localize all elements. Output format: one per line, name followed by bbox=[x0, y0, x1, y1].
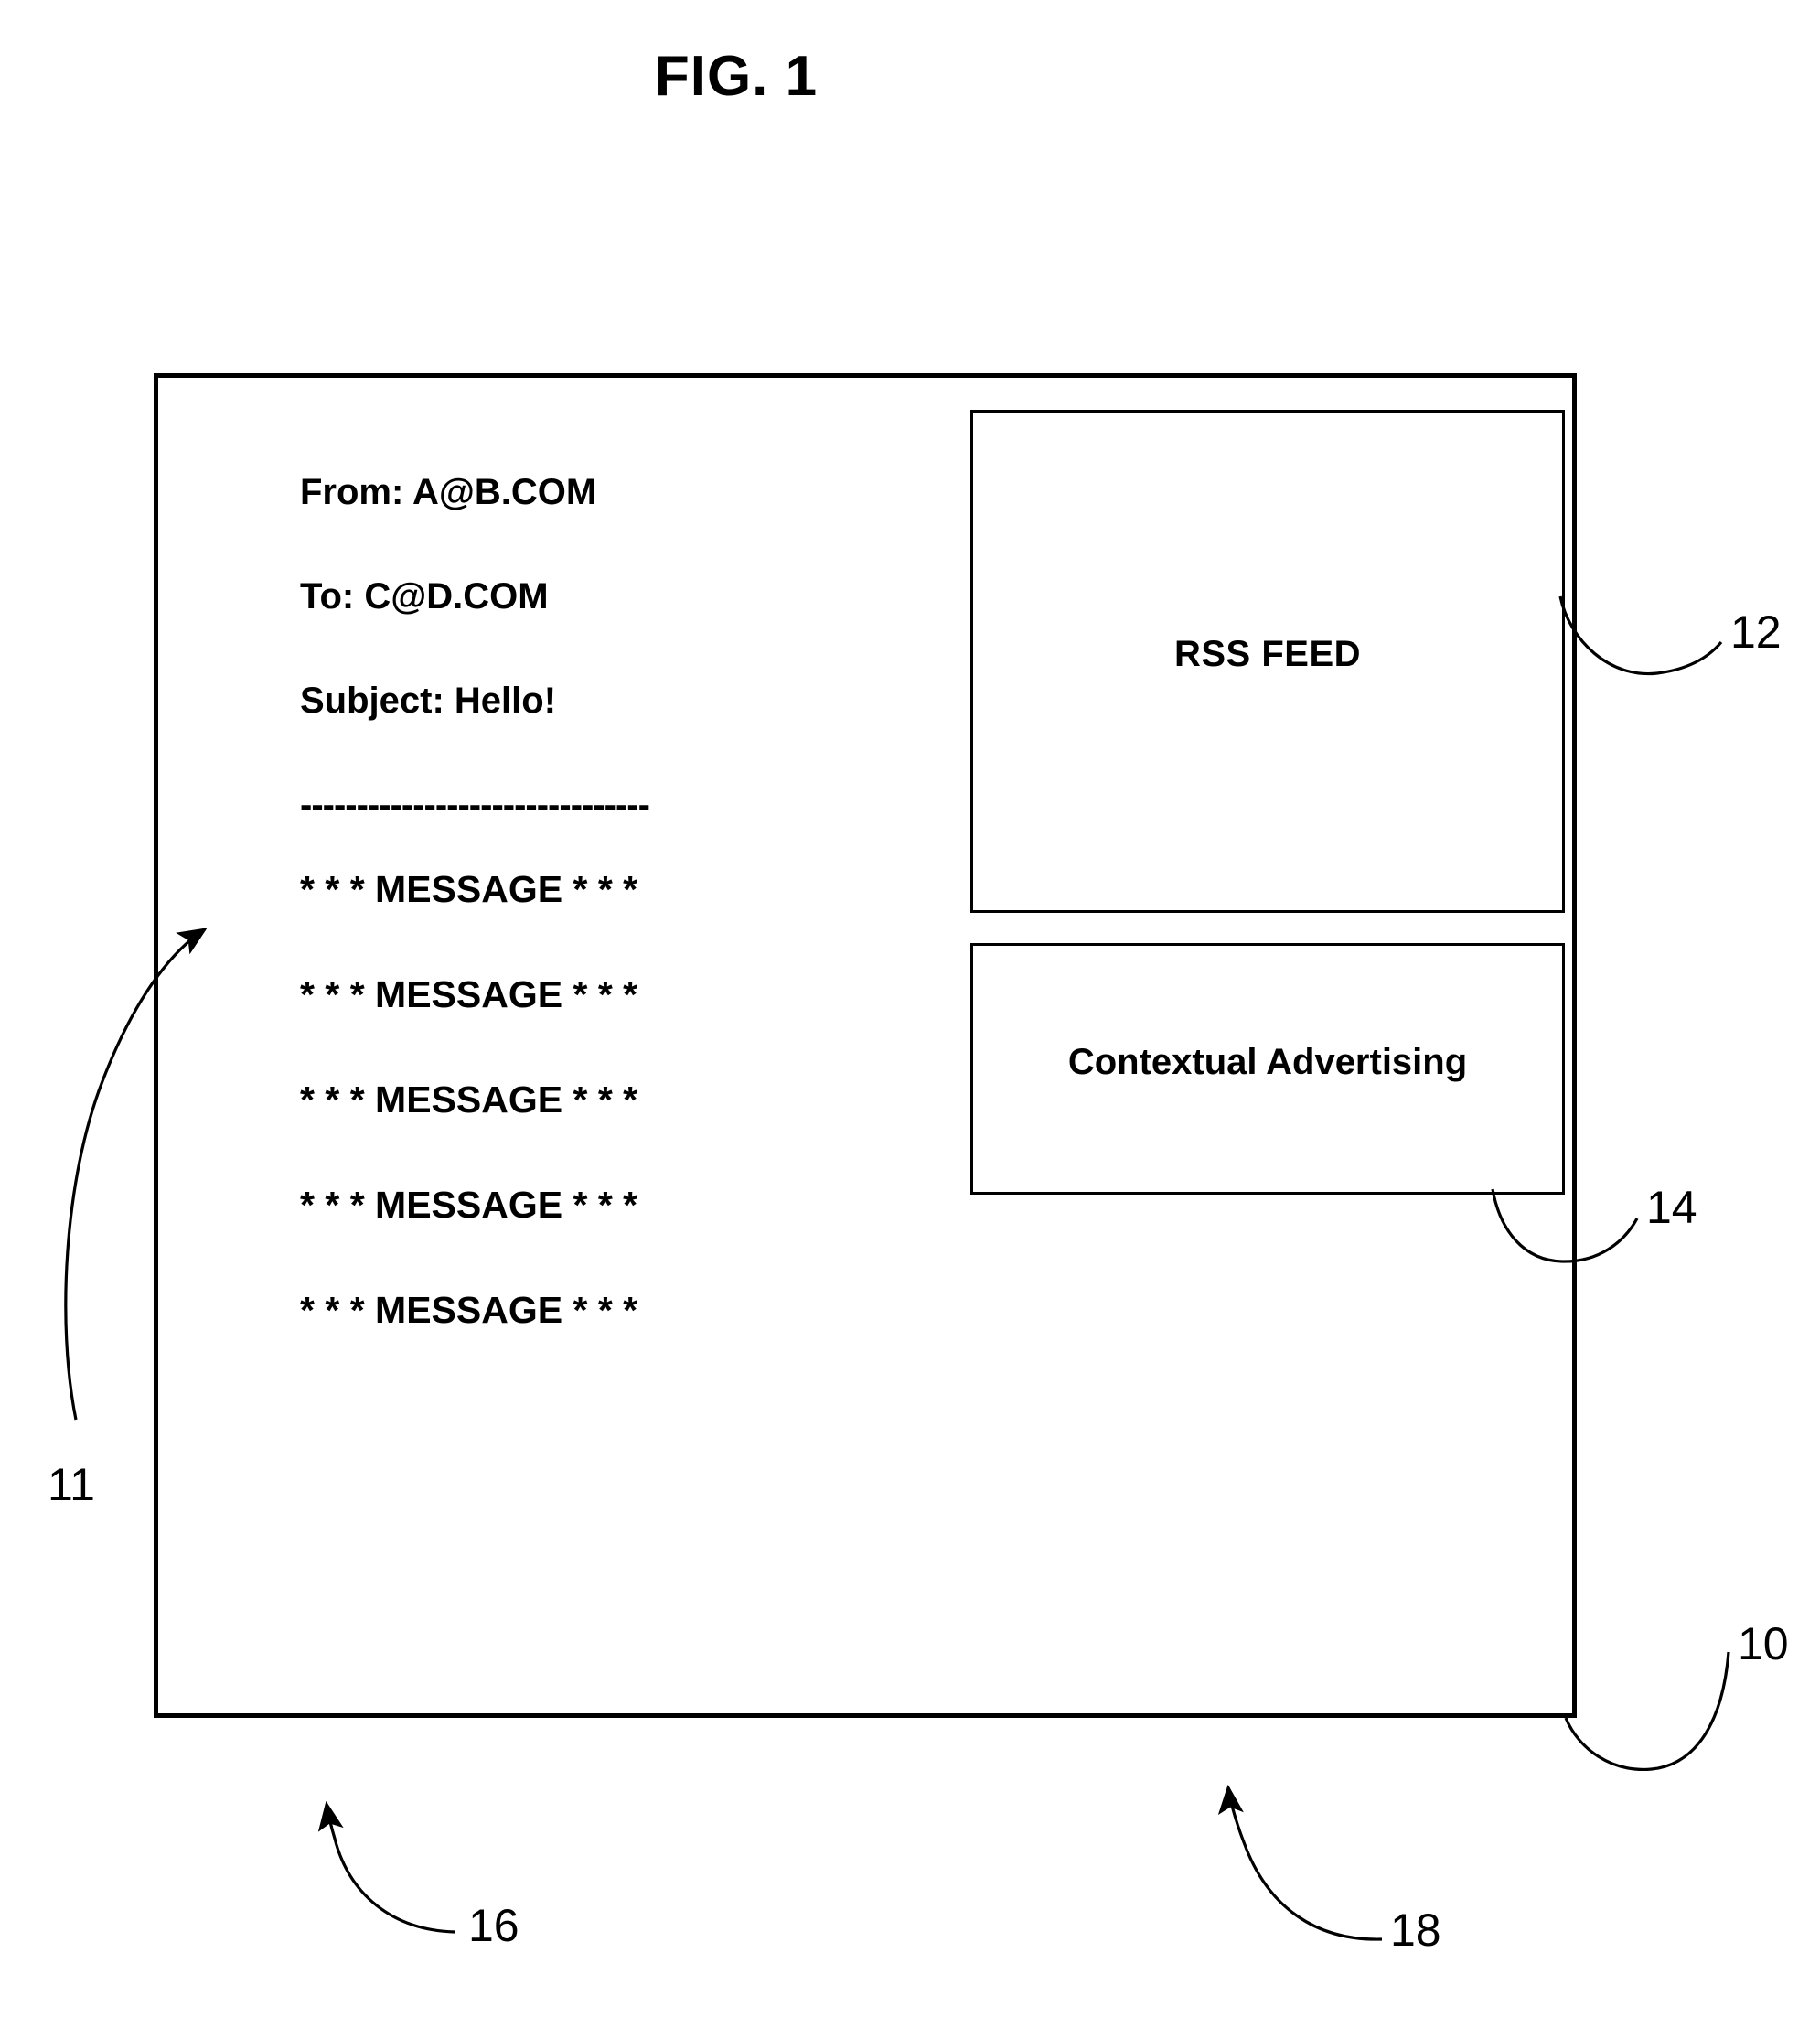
reference-numeral-18: 18 bbox=[1390, 1904, 1441, 1956]
reference-numeral-12: 12 bbox=[1730, 606, 1782, 658]
patent-figure-page: FIG. 1 From: A@B.COM To: C@D.COM Subject… bbox=[0, 0, 1820, 2017]
leader-arrow-18 bbox=[1217, 1784, 1383, 1941]
leader-line-10 bbox=[1564, 1651, 1730, 1771]
rss-feed-panel[interactable]: RSS FEED bbox=[970, 410, 1565, 913]
reference-numeral-10: 10 bbox=[1738, 1618, 1789, 1669]
email-body-line: * * * MESSAGE * * * bbox=[300, 1184, 638, 1226]
email-message-pane: From: A@B.COM To: C@D.COM Subject: Hello… bbox=[300, 474, 940, 1397]
contextual-advertising-label: Contextual Advertising bbox=[1067, 1042, 1468, 1082]
email-header-subject: Subject: Hello! bbox=[300, 681, 557, 721]
email-client-window: From: A@B.COM To: C@D.COM Subject: Hello… bbox=[154, 373, 1577, 1718]
reference-numeral-14: 14 bbox=[1646, 1182, 1697, 1233]
email-header-separator: ---------------------------------------- bbox=[300, 787, 649, 823]
email-header-from: From: A@B.COM bbox=[300, 472, 597, 512]
email-body-line: * * * MESSAGE * * * bbox=[300, 868, 638, 910]
leader-line-12 bbox=[1558, 595, 1723, 676]
email-header-to: To: C@D.COM bbox=[300, 576, 549, 617]
contextual-advertising-panel[interactable]: Contextual Advertising bbox=[970, 943, 1565, 1195]
figure-title-text: FIG. 1 bbox=[654, 45, 819, 108]
leader-arrow-16 bbox=[317, 1800, 455, 1934]
email-body-line: * * * MESSAGE * * * bbox=[300, 973, 638, 1015]
email-body-line: * * * MESSAGE * * * bbox=[300, 1078, 638, 1121]
reference-numeral-11: 11 bbox=[48, 1459, 95, 1510]
email-body-line: * * * MESSAGE * * * bbox=[300, 1289, 638, 1331]
rss-feed-label: RSS FEED bbox=[1173, 634, 1362, 674]
figure-title: FIG. 1 bbox=[0, 44, 1820, 109]
reference-numeral-16: 16 bbox=[468, 1900, 519, 1951]
